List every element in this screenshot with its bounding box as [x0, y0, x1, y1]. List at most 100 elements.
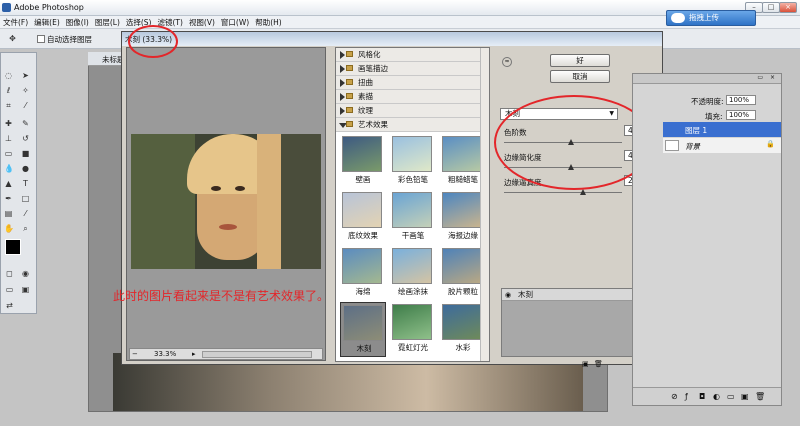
- auto-select-checkbox[interactable]: [37, 35, 45, 43]
- category-texture[interactable]: 纹理: [336, 104, 489, 118]
- menu-window[interactable]: 窗口(W): [218, 16, 252, 29]
- slice-tool-icon[interactable]: ⁄: [21, 101, 30, 110]
- thumb-sponge[interactable]: 海绵: [340, 246, 386, 301]
- quickmask-on-icon[interactable]: ◉: [21, 269, 30, 278]
- move-tool-icon[interactable]: ✥: [8, 34, 17, 43]
- layer-row-background[interactable]: 背景 🔒: [663, 138, 781, 153]
- eraser-tool-icon[interactable]: ▭: [4, 149, 13, 158]
- lasso-tool-icon[interactable]: ℓ: [4, 86, 13, 95]
- adjustment-layer-icon[interactable]: ◐: [713, 392, 720, 401]
- effect-layer-row[interactable]: ◉ 木刻: [502, 289, 645, 301]
- upload-button[interactable]: 拖拽上传: [666, 10, 756, 26]
- eye-icon[interactable]: ◉: [505, 290, 511, 301]
- brush-tool-icon[interactable]: ✎: [21, 119, 30, 128]
- new-group-icon[interactable]: ▭: [727, 392, 735, 401]
- notes-tool-icon[interactable]: ▤: [4, 209, 13, 218]
- type-tool-icon[interactable]: T: [21, 179, 30, 188]
- crop-tool-icon[interactable]: ⌗: [4, 101, 13, 110]
- thumb-neon-glow[interactable]: 霓虹灯光: [390, 302, 436, 357]
- zoom-minus-button[interactable]: −: [132, 350, 138, 358]
- thumb-underpainting[interactable]: 底纹效果: [340, 190, 386, 245]
- effect-layer-list: ◉ 木刻: [501, 288, 646, 357]
- eyedropper-icon[interactable]: ⁄: [21, 209, 30, 218]
- thumb-dry-brush[interactable]: 干画笔: [390, 190, 436, 245]
- ok-button[interactable]: 好: [550, 54, 610, 67]
- healing-brush-icon[interactable]: ✚: [4, 119, 13, 128]
- history-brush-icon[interactable]: ↺: [21, 134, 30, 143]
- layer-style-icon[interactable]: ƒ: [685, 392, 688, 401]
- preview-pane: − 33.3% ▸: [126, 47, 326, 361]
- foreground-color-swatch[interactable]: [5, 239, 21, 255]
- cancel-button[interactable]: 取消: [550, 70, 610, 83]
- zoom-level[interactable]: 33.3%: [154, 350, 176, 358]
- layers-panel: ▭ × 不透明度: 100% 填充: 100% 图层 1 背景 🔒 ⊘ ƒ ◘ …: [632, 73, 782, 406]
- magic-wand-icon[interactable]: ✧: [21, 86, 30, 95]
- screen-mode-full-icon[interactable]: ▣: [21, 285, 30, 294]
- filter-category-list: 风格化 画笔描边 扭曲 素描 纹理 艺术效果 壁画 彩色铅笔 粗糙蜡笔 底纹效果…: [335, 47, 490, 362]
- menu-help[interactable]: 帮助(H): [252, 16, 285, 29]
- delete-layer-icon[interactable]: 🗑: [755, 392, 765, 401]
- panel-close-icon[interactable]: ×: [770, 74, 775, 81]
- annotation-text: 此时的图片看起来是不是有艺术效果了。: [113, 289, 330, 303]
- zoom-tool-icon[interactable]: ⌕: [21, 224, 30, 233]
- opacity-input[interactable]: 100%: [726, 95, 756, 105]
- new-effect-layer-icon[interactable]: ▣: [582, 360, 589, 368]
- menu-image[interactable]: 图像(I): [63, 16, 92, 29]
- move-tool-icon[interactable]: ➤: [21, 71, 30, 80]
- delete-effect-layer-icon[interactable]: 🗑: [594, 360, 603, 368]
- close-button[interactable]: ×: [779, 2, 797, 13]
- opacity-label: 不透明度:: [691, 97, 724, 106]
- fill-input[interactable]: 100%: [726, 110, 756, 120]
- layer-mask-icon[interactable]: ◘: [699, 392, 705, 401]
- menu-file[interactable]: 文件(F): [0, 16, 31, 29]
- thumb-paint-daubs[interactable]: 绘画涂抹: [390, 246, 436, 301]
- category-distort[interactable]: 扭曲: [336, 76, 489, 90]
- preview-image: [131, 134, 321, 269]
- category-brush-strokes[interactable]: 画笔描边: [336, 62, 489, 76]
- cloud-upload-icon: [671, 13, 685, 23]
- preview-hscrollbar[interactable]: [202, 351, 312, 358]
- annotation-circle-params: [494, 95, 654, 190]
- lock-icon: 🔒: [766, 140, 775, 148]
- layers-footer: ⊘ ƒ ◘ ◐ ▭ ▣ 🗑: [633, 387, 781, 405]
- marquee-tool-icon[interactable]: ◌: [4, 71, 13, 80]
- filter-gallery-titlebar: 木刻 (33.3%): [122, 32, 662, 46]
- category-stylize[interactable]: 风格化: [336, 48, 489, 62]
- slider-knob[interactable]: [580, 189, 586, 195]
- dodge-tool-icon[interactable]: ●: [21, 164, 30, 173]
- app-title: Adobe Photoshop: [14, 3, 84, 12]
- jump-to-imageready-icon[interactable]: ⇄: [5, 301, 14, 310]
- fill-label: 填充:: [705, 112, 723, 121]
- gradient-tool-icon[interactable]: ■: [21, 149, 30, 158]
- filter-gallery-dialog: 木刻 (33.3%) − 33.3% ▸ 风格化 画笔描边 扭曲 素描 纹理 艺…: [121, 31, 663, 368]
- layer-row-1[interactable]: 图层 1: [663, 122, 781, 137]
- layers-panel-header: ▭ ×: [633, 74, 781, 84]
- auto-select-label: 自动选择图层: [47, 35, 92, 44]
- slider-track[interactable]: [504, 192, 622, 193]
- menu-view[interactable]: 视图(V): [186, 16, 218, 29]
- thumb-fresco[interactable]: 壁画: [340, 134, 386, 189]
- new-layer-icon[interactable]: ▣: [741, 392, 749, 401]
- maximize-button[interactable]: □: [762, 2, 780, 13]
- menu-edit[interactable]: 编辑(E): [31, 16, 63, 29]
- panel-minimize-icon[interactable]: ▭: [757, 74, 763, 81]
- shape-tool-icon[interactable]: □: [21, 194, 30, 203]
- link-layers-icon[interactable]: ⊘: [671, 392, 678, 401]
- category-sketch[interactable]: 素描: [336, 90, 489, 104]
- blur-tool-icon[interactable]: 💧: [4, 164, 14, 173]
- hand-tool-icon[interactable]: ✋: [4, 224, 14, 233]
- thumb-colored-pencil[interactable]: 彩色铅笔: [390, 134, 436, 189]
- path-select-icon[interactable]: ▲: [4, 179, 13, 188]
- quickmask-icon[interactable]: ◻: [5, 269, 14, 278]
- pen-tool-icon[interactable]: ✒: [4, 194, 13, 203]
- menu-layer[interactable]: 图层(L): [92, 16, 123, 29]
- zoom-plus-button[interactable]: ▸: [192, 350, 196, 358]
- category-artistic[interactable]: 艺术效果: [336, 118, 489, 132]
- collapse-icon[interactable]: ≈: [502, 57, 512, 67]
- annotation-circle-title: [128, 25, 178, 58]
- thumb-cutout[interactable]: 木刻: [340, 302, 386, 357]
- stamp-tool-icon[interactable]: ⊥: [4, 134, 13, 143]
- screen-mode-icon[interactable]: ▭: [5, 285, 14, 294]
- category-scrollbar[interactable]: [480, 48, 489, 361]
- preview-statusbar: − 33.3% ▸: [129, 348, 323, 360]
